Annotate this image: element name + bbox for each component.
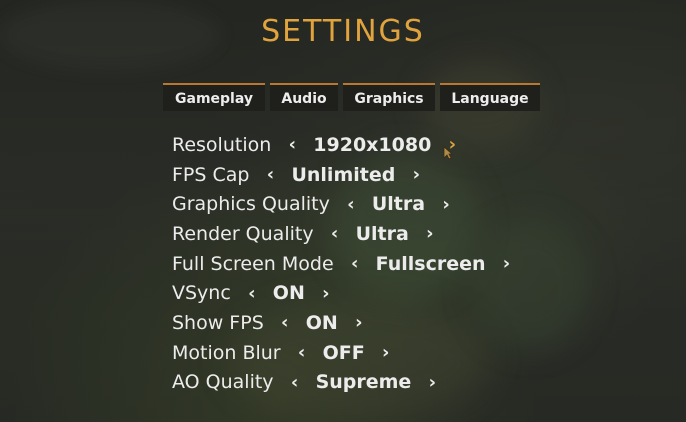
settings-list: Resolution ‹ 1920x1080 › FPS Cap ‹ Unlim… [172, 130, 514, 397]
setting-row-render-quality: Render Quality ‹ Ultra › [172, 219, 514, 249]
chevron-left-icon[interactable]: ‹ [348, 253, 362, 274]
setting-label: VSync [172, 282, 231, 305]
setting-value: Fullscreen [375, 252, 486, 275]
chevron-left-icon[interactable]: ‹ [328, 223, 342, 244]
tab-audio[interactable]: Audio [270, 83, 338, 111]
setting-label: AO Quality [172, 371, 274, 394]
setting-label: FPS Cap [172, 163, 250, 186]
page-title: SETTINGS [261, 14, 425, 49]
chevron-left-icon[interactable]: ‹ [245, 283, 259, 304]
chevron-right-icon[interactable]: › [439, 194, 453, 215]
setting-label: Resolution [172, 133, 272, 156]
setting-value: OFF [322, 341, 365, 364]
setting-value: ON [305, 311, 338, 334]
setting-row-ao-quality: AO Quality ‹ Supreme › [172, 368, 514, 398]
tab-language[interactable]: Language [440, 83, 540, 111]
chevron-right-icon[interactable]: › [379, 342, 393, 363]
setting-row-resolution: Resolution ‹ 1920x1080 › [172, 130, 514, 160]
chevron-right-icon[interactable]: › [352, 312, 366, 333]
chevron-left-icon[interactable]: ‹ [295, 342, 309, 363]
chevron-right-icon[interactable]: › [500, 253, 514, 274]
setting-row-show-fps: Show FPS ‹ ON › [172, 308, 514, 338]
chevron-left-icon[interactable]: ‹ [263, 164, 277, 185]
chevron-left-icon[interactable]: ‹ [278, 312, 292, 333]
setting-label: Show FPS [172, 311, 264, 334]
setting-label: Graphics Quality [172, 193, 330, 216]
chevron-left-icon[interactable]: ‹ [344, 194, 358, 215]
chevron-left-icon[interactable]: ‹ [285, 134, 299, 155]
setting-row-full-screen-mode: Full Screen Mode ‹ Fullscreen › [172, 249, 514, 279]
setting-row-graphics-quality: Graphics Quality ‹ Ultra › [172, 189, 514, 219]
tab-graphics[interactable]: Graphics [343, 83, 435, 111]
setting-label: Motion Blur [172, 341, 281, 364]
chevron-right-icon[interactable]: › [409, 164, 423, 185]
setting-value: Unlimited [291, 163, 396, 186]
setting-value: Ultra [371, 193, 426, 216]
setting-label: Render Quality [172, 222, 314, 245]
mouse-cursor-icon [443, 146, 453, 160]
chevron-right-icon[interactable]: › [423, 223, 437, 244]
setting-value: Supreme [315, 371, 412, 394]
tab-gameplay[interactable]: Gameplay [163, 83, 265, 111]
setting-row-vsync: VSync ‹ ON › [172, 278, 514, 308]
setting-value: 1920x1080 [313, 133, 432, 156]
setting-row-fps-cap: FPS Cap ‹ Unlimited › [172, 160, 514, 190]
setting-value: Ultra [355, 222, 409, 245]
setting-label: Full Screen Mode [172, 252, 334, 275]
setting-row-motion-blur: Motion Blur ‹ OFF › [172, 338, 514, 368]
chevron-right-icon[interactable]: › [425, 372, 439, 393]
chevron-left-icon[interactable]: ‹ [288, 372, 302, 393]
settings-tabs: Gameplay Audio Graphics Language [163, 83, 540, 111]
chevron-right-icon[interactable]: › [319, 283, 333, 304]
setting-value: ON [272, 282, 305, 305]
